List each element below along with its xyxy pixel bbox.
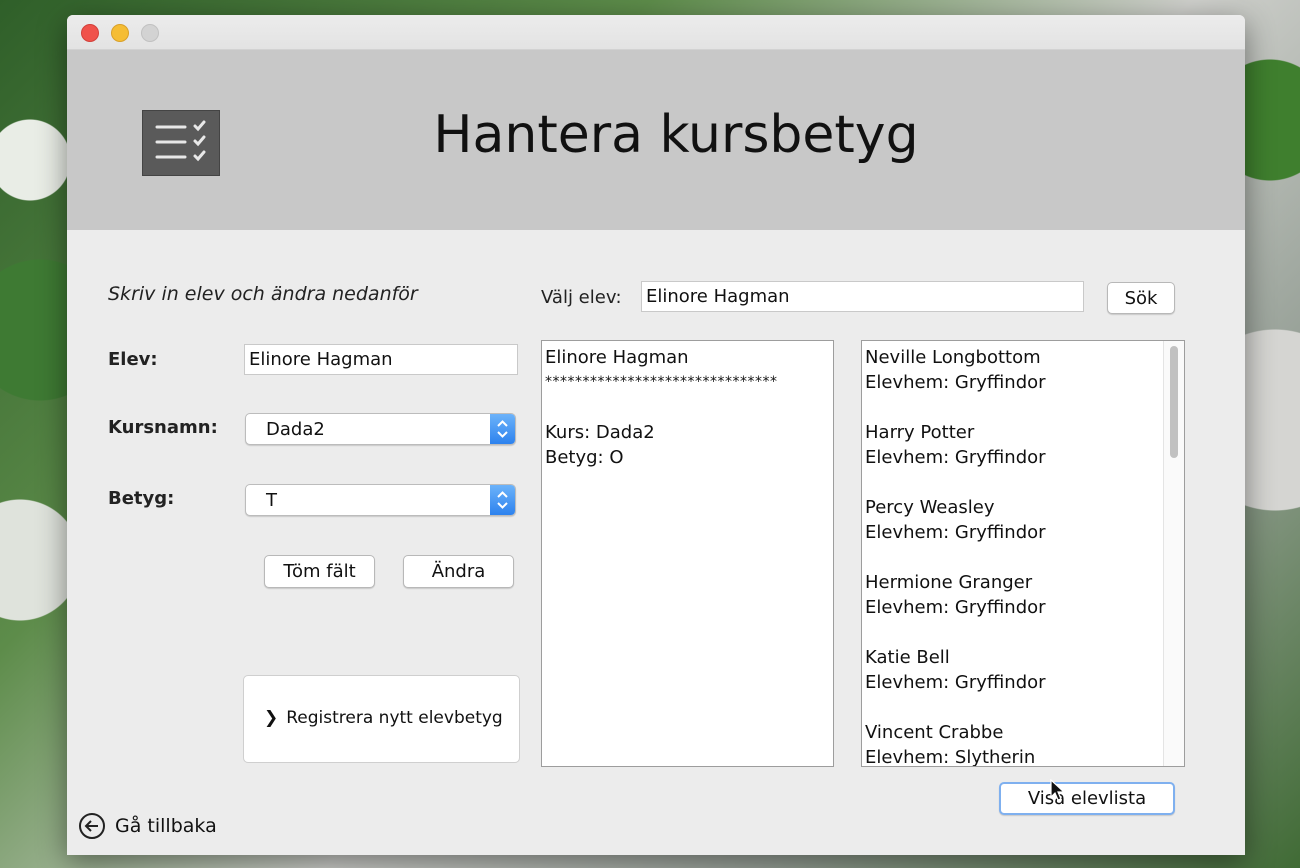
kursnamn-label: Kursnamn: [108, 417, 218, 438]
vertical-scrollbar[interactable] [1163, 341, 1184, 766]
title-bar [67, 15, 1245, 50]
elev-label: Elev: [108, 349, 158, 370]
list-item: Katie Bell [865, 647, 950, 668]
kursnamn-select-value: Dada2 [266, 419, 325, 440]
clear-fields-button[interactable]: Töm fält [264, 555, 375, 588]
back-link[interactable]: Gå tillbaka [79, 813, 217, 839]
register-grade-row: ❯ Registrera nytt elevbetyg [264, 708, 503, 728]
betyg-select[interactable]: T [245, 484, 516, 516]
list-item: Vincent Crabbe [865, 722, 1004, 743]
betyg-select-value: T [266, 490, 277, 511]
list-item [865, 395, 1181, 420]
list-item [865, 620, 1181, 645]
list-item: Elevhem: Gryffindor [865, 597, 1046, 618]
betyg-label: Betyg: [108, 488, 175, 509]
zoom-window-button[interactable] [141, 24, 159, 42]
search-button[interactable]: Sök [1107, 282, 1175, 314]
result-line: Elinore Hagman [545, 347, 689, 368]
result-line [545, 395, 830, 420]
register-grade-panel[interactable]: ❯ Registrera nytt elevbetyg [243, 675, 520, 763]
back-label: Gå tillbaka [115, 815, 217, 837]
register-grade-label: Registrera nytt elevbetyg [286, 708, 503, 728]
list-item: Elevhem: Gryffindor [865, 522, 1046, 543]
minimize-window-button[interactable] [111, 24, 129, 42]
page-header: Hantera kursbetyg [67, 50, 1245, 230]
elev-input[interactable] [244, 344, 518, 375]
list-item [865, 695, 1181, 720]
list-item: Hermione Granger [865, 572, 1033, 593]
search-input[interactable] [641, 281, 1084, 312]
list-item: Harry Potter [865, 422, 975, 443]
updown-chevron-icon[interactable] [490, 485, 515, 515]
student-list-textarea[interactable]: Neville Longbottom Elevhem: Gryffindor H… [861, 340, 1185, 767]
mouse-pointer-icon [1050, 778, 1066, 807]
result-line: Kurs: Dada2 [545, 422, 655, 443]
list-item: Elevhem: Slytherin [865, 747, 1036, 767]
scrollbar-thumb[interactable] [1170, 346, 1178, 458]
page-title: Hantera kursbetyg [433, 105, 919, 165]
list-item: Elevhem: Gryffindor [865, 672, 1046, 693]
updown-chevron-icon[interactable] [490, 414, 515, 444]
result-line: Betyg: O [545, 447, 624, 468]
close-window-button[interactable] [81, 24, 99, 42]
change-button[interactable]: Ändra [403, 555, 514, 588]
search-label: Välj elev: [541, 287, 622, 308]
show-student-list-button[interactable]: Visa elevlista [999, 782, 1175, 815]
chevron-right-icon: ❯ [264, 708, 279, 728]
list-item [865, 545, 1181, 570]
list-item: Neville Longbottom [865, 347, 1041, 368]
result-line: ******************************* [545, 374, 778, 390]
form-instruction: Skriv in elev och ändra nedanför [108, 283, 418, 305]
list-item: Elevhem: Gryffindor [865, 372, 1046, 393]
kursnamn-select[interactable]: Dada2 [245, 413, 516, 445]
list-item: Elevhem: Gryffindor [865, 447, 1046, 468]
app-window: Hantera kursbetyg Skriv in elev och ändr… [67, 15, 1245, 855]
result-textarea[interactable]: Elinore Hagman *************************… [541, 340, 834, 767]
arrow-left-circle-icon[interactable] [79, 813, 105, 839]
list-item: Percy Weasley [865, 497, 995, 518]
list-item [865, 470, 1181, 495]
